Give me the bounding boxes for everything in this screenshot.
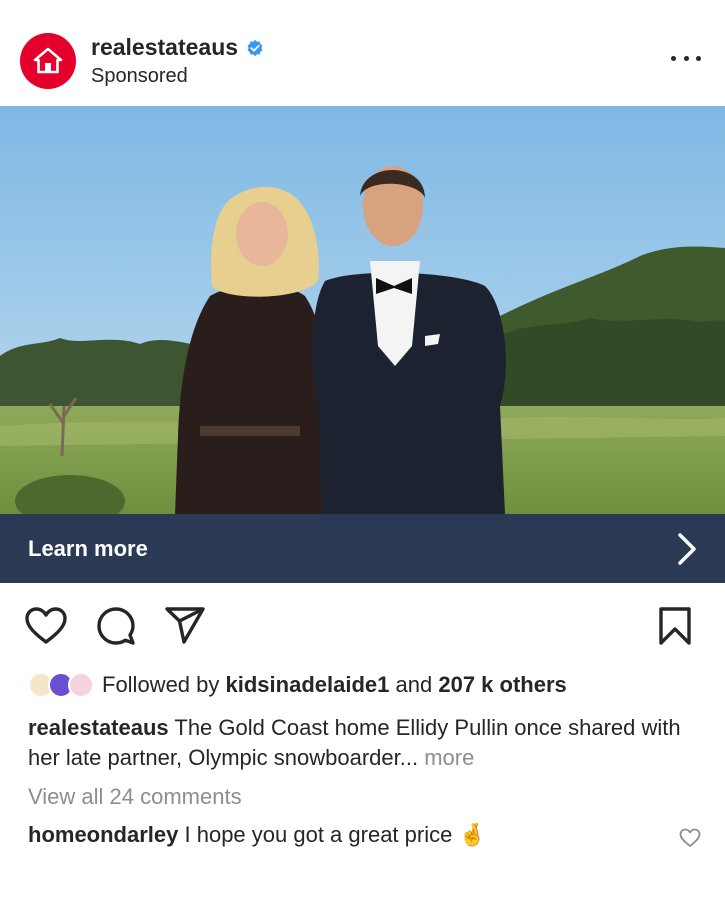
profile-avatar[interactable] (20, 33, 76, 89)
comment-row: homeondarley I hope you got a great pric… (28, 822, 486, 848)
crossed-fingers-emoji: 🤞 (458, 822, 486, 847)
share-icon[interactable] (164, 606, 206, 646)
followed-by-text: Followed by kidsinadelaide1 and 207 k ot… (102, 672, 567, 697)
more-options-icon[interactable] (671, 48, 701, 68)
comment-like-heart-icon[interactable] (679, 828, 701, 848)
post-username[interactable]: realestateaus (91, 34, 238, 61)
post-header: realestateaus Sponsored (0, 0, 725, 106)
comment-username[interactable]: homeondarley (28, 822, 178, 847)
bookmark-icon[interactable] (658, 606, 692, 646)
post-actions (0, 600, 725, 652)
follower-username[interactable]: kidsinadelaide1 (226, 672, 390, 697)
comment-icon[interactable] (96, 606, 136, 646)
caption-username[interactable]: realestateaus (28, 715, 169, 740)
sponsored-label: Sponsored (91, 65, 188, 87)
followed-by-row[interactable]: Followed by kidsinadelaide1 and 207 k ot… (28, 668, 567, 702)
view-all-comments-link[interactable]: View all 24 comments (28, 784, 242, 810)
chevron-right-icon (678, 532, 696, 565)
post-image[interactable] (0, 106, 725, 514)
learn-more-label: Learn more (28, 535, 148, 561)
learn-more-button[interactable]: Learn more (0, 514, 725, 583)
follower-avatar (68, 672, 94, 698)
follower-avatars (28, 670, 98, 700)
heart-icon[interactable] (24, 606, 68, 646)
verified-badge-icon (247, 39, 263, 56)
others-count[interactable]: 207 k others (438, 672, 566, 697)
caption-more-link[interactable]: more (424, 745, 474, 770)
comment-text: I hope you got a great price (184, 822, 453, 847)
house-logo-icon (33, 47, 63, 74)
post-caption: realestateaus The Gold Coast home Ellidy… (28, 713, 698, 773)
